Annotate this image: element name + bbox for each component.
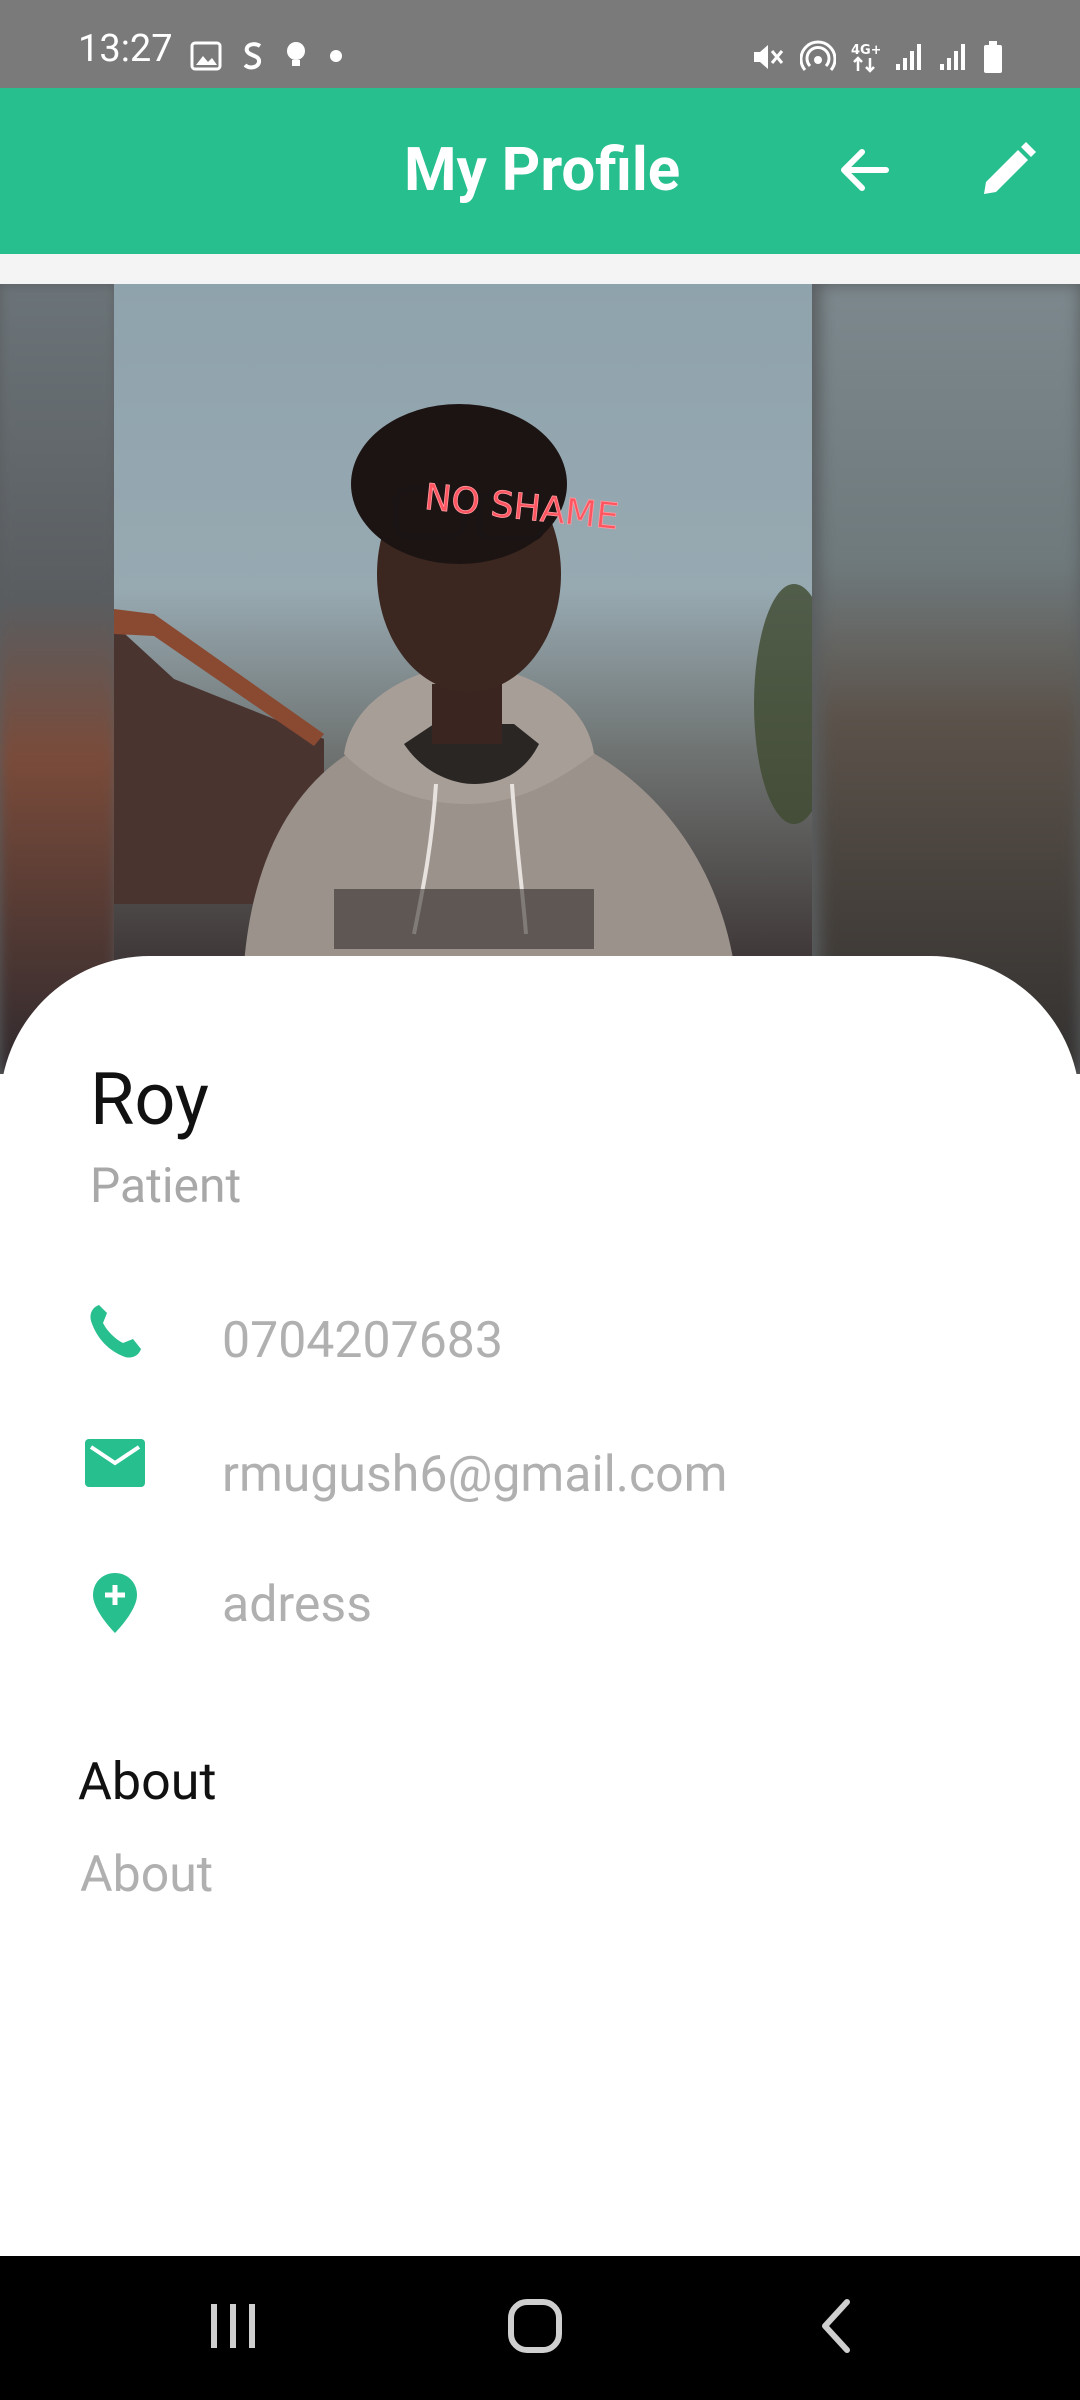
system-nav-bar	[0, 2256, 1080, 2400]
phone-number: 0704207683	[222, 1312, 504, 1370]
profile-role: Patient	[90, 1157, 242, 1214]
email-row[interactable]: rmugush6@gmail.com	[0, 1428, 1080, 1518]
dot-icon	[326, 46, 346, 66]
photo-blur-left	[0, 284, 116, 1074]
home-icon	[505, 2296, 565, 2360]
edit-button[interactable]	[968, 132, 1048, 212]
signal-icon	[894, 42, 924, 72]
s-icon	[240, 40, 266, 72]
mute-icon	[750, 40, 786, 74]
bulb-icon	[284, 40, 308, 72]
arrow-back-icon	[836, 146, 892, 198]
status-left-icons	[190, 40, 346, 72]
back-button[interactable]	[824, 132, 904, 212]
status-time: 13:27	[78, 27, 173, 71]
back-icon	[813, 2296, 861, 2360]
divider-band	[0, 254, 1080, 284]
phone-icon	[80, 1296, 150, 1366]
recents-button[interactable]	[188, 2288, 278, 2368]
address-row[interactable]: adress	[0, 1560, 1080, 1650]
pencil-icon	[978, 140, 1038, 204]
mail-icon	[80, 1428, 150, 1498]
app-bar: My Profile	[0, 88, 1080, 254]
about-value: About	[80, 1846, 214, 1904]
home-button[interactable]	[490, 2288, 580, 2368]
status-bar: 13:27 4G+	[0, 0, 1080, 88]
page-title: My Profile	[404, 134, 681, 205]
profile-photo-illustration: NO SHAME	[114, 404, 812, 964]
signal-icon	[938, 42, 968, 72]
add-location-icon	[80, 1568, 150, 1638]
profile-name: Roy	[90, 1057, 209, 1142]
phone-row[interactable]: 0704207683	[0, 1296, 1080, 1386]
email-address: rmugush6@gmail.com	[222, 1446, 728, 1504]
back-nav-button[interactable]	[792, 2288, 882, 2368]
battery-icon	[982, 40, 1004, 74]
image-icon	[190, 41, 222, 71]
svg-text:4G+: 4G+	[851, 43, 880, 58]
profile-photo[interactable]: NO SHAME	[114, 284, 812, 964]
about-heading: About	[78, 1751, 217, 1812]
4g-icon: 4G+	[850, 40, 880, 74]
status-right-icons: 4G+	[750, 40, 1004, 74]
recents-icon	[205, 2298, 261, 2358]
address-value: adress	[222, 1576, 372, 1634]
hotspot-icon	[800, 40, 836, 74]
